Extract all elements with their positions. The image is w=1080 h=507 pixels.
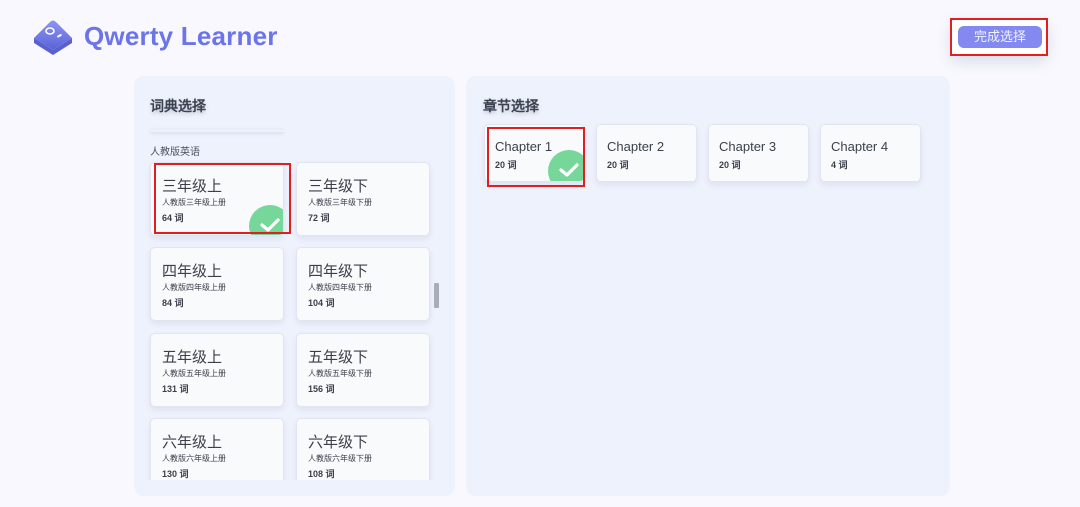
dictionary-name: 五年级上 bbox=[162, 349, 223, 366]
dictionary-description: 人教版三年级下册 bbox=[308, 198, 372, 207]
dictionary-card[interactable]: 四年级下 人教版四年级下册 104 词 bbox=[296, 247, 430, 321]
chapter-name: Chapter 4 bbox=[831, 139, 889, 154]
dictionary-name: 四年级上 bbox=[162, 263, 223, 280]
dictionary-card[interactable]: 四年级上 人教版四年级上册 84 词 bbox=[150, 247, 284, 321]
chapter-card[interactable]: Chapter 2 20 词 bbox=[596, 124, 697, 182]
dictionary-description: 人教版四年级下册 bbox=[308, 283, 372, 292]
dictionary-description: 人教版五年级上册 bbox=[162, 369, 226, 378]
chapter-word-count: 20 词 bbox=[719, 160, 741, 170]
dictionary-group-label: 人教版英语 bbox=[150, 147, 200, 158]
dictionary-name: 六年级上 bbox=[162, 434, 223, 451]
highlight-box bbox=[154, 163, 291, 234]
dictionary-word-count: 104 词 bbox=[308, 298, 335, 308]
chapter-panel: 章节选择 Chapter 1 20 词 Chapter 2 20 词 Chapt… bbox=[466, 76, 950, 496]
dictionary-word-count: 130 词 bbox=[162, 469, 189, 479]
dictionary-panel-title: 词典选择 bbox=[150, 98, 206, 114]
highlight-box bbox=[950, 18, 1048, 56]
dictionary-description: 人教版六年级上册 bbox=[162, 454, 226, 463]
dictionary-description: 人教版六年级下册 bbox=[308, 454, 372, 463]
highlight-box bbox=[487, 127, 585, 187]
dictionary-word-count: 131 词 bbox=[162, 384, 189, 394]
keycap-icon bbox=[34, 20, 72, 55]
dictionary-card[interactable]: 三年级下 人教版三年级下册 72 词 bbox=[296, 162, 430, 236]
dictionary-name: 五年级下 bbox=[308, 349, 369, 366]
dictionary-name: 四年级下 bbox=[308, 263, 369, 280]
chapter-word-count: 20 词 bbox=[607, 160, 629, 170]
dictionary-word-count: 84 词 bbox=[162, 298, 184, 308]
dictionary-card[interactable]: 五年级下 人教版五年级下册 156 词 bbox=[296, 333, 430, 407]
dictionary-word-count: 108 词 bbox=[308, 469, 335, 479]
dictionary-description: 人教版五年级下册 bbox=[308, 369, 372, 378]
app-logo[interactable]: Qwerty Learner bbox=[30, 16, 278, 56]
chapter-panel-title: 章节选择 bbox=[483, 98, 539, 114]
dictionary-word-count: 156 词 bbox=[308, 384, 335, 394]
chapter-card[interactable]: Chapter 3 20 词 bbox=[708, 124, 809, 182]
tab-indicator[interactable] bbox=[150, 128, 284, 132]
scrollbar-thumb[interactable] bbox=[434, 283, 439, 308]
panel-bottom-edge bbox=[134, 480, 455, 496]
finish-button-container: 完成选择 bbox=[950, 18, 1048, 56]
dictionary-word-count: 72 词 bbox=[308, 213, 330, 223]
dictionary-name: 六年级下 bbox=[308, 434, 369, 451]
dictionary-description: 人教版四年级上册 bbox=[162, 283, 226, 292]
chapter-card[interactable]: Chapter 4 4 词 bbox=[820, 124, 921, 182]
app-title: Qwerty Learner bbox=[84, 20, 278, 51]
chapter-name: Chapter 3 bbox=[719, 139, 777, 154]
chapter-word-count: 4 词 bbox=[831, 160, 848, 170]
dictionary-panel: 词典选择 人教版英语 三年级上 人教版三年级上册 64 词 三年级下 人教版三年… bbox=[134, 76, 455, 496]
dictionary-name: 三年级下 bbox=[308, 178, 369, 195]
chapter-name: Chapter 2 bbox=[607, 139, 665, 154]
dictionary-card[interactable]: 五年级上 人教版五年级上册 131 词 bbox=[150, 333, 284, 407]
